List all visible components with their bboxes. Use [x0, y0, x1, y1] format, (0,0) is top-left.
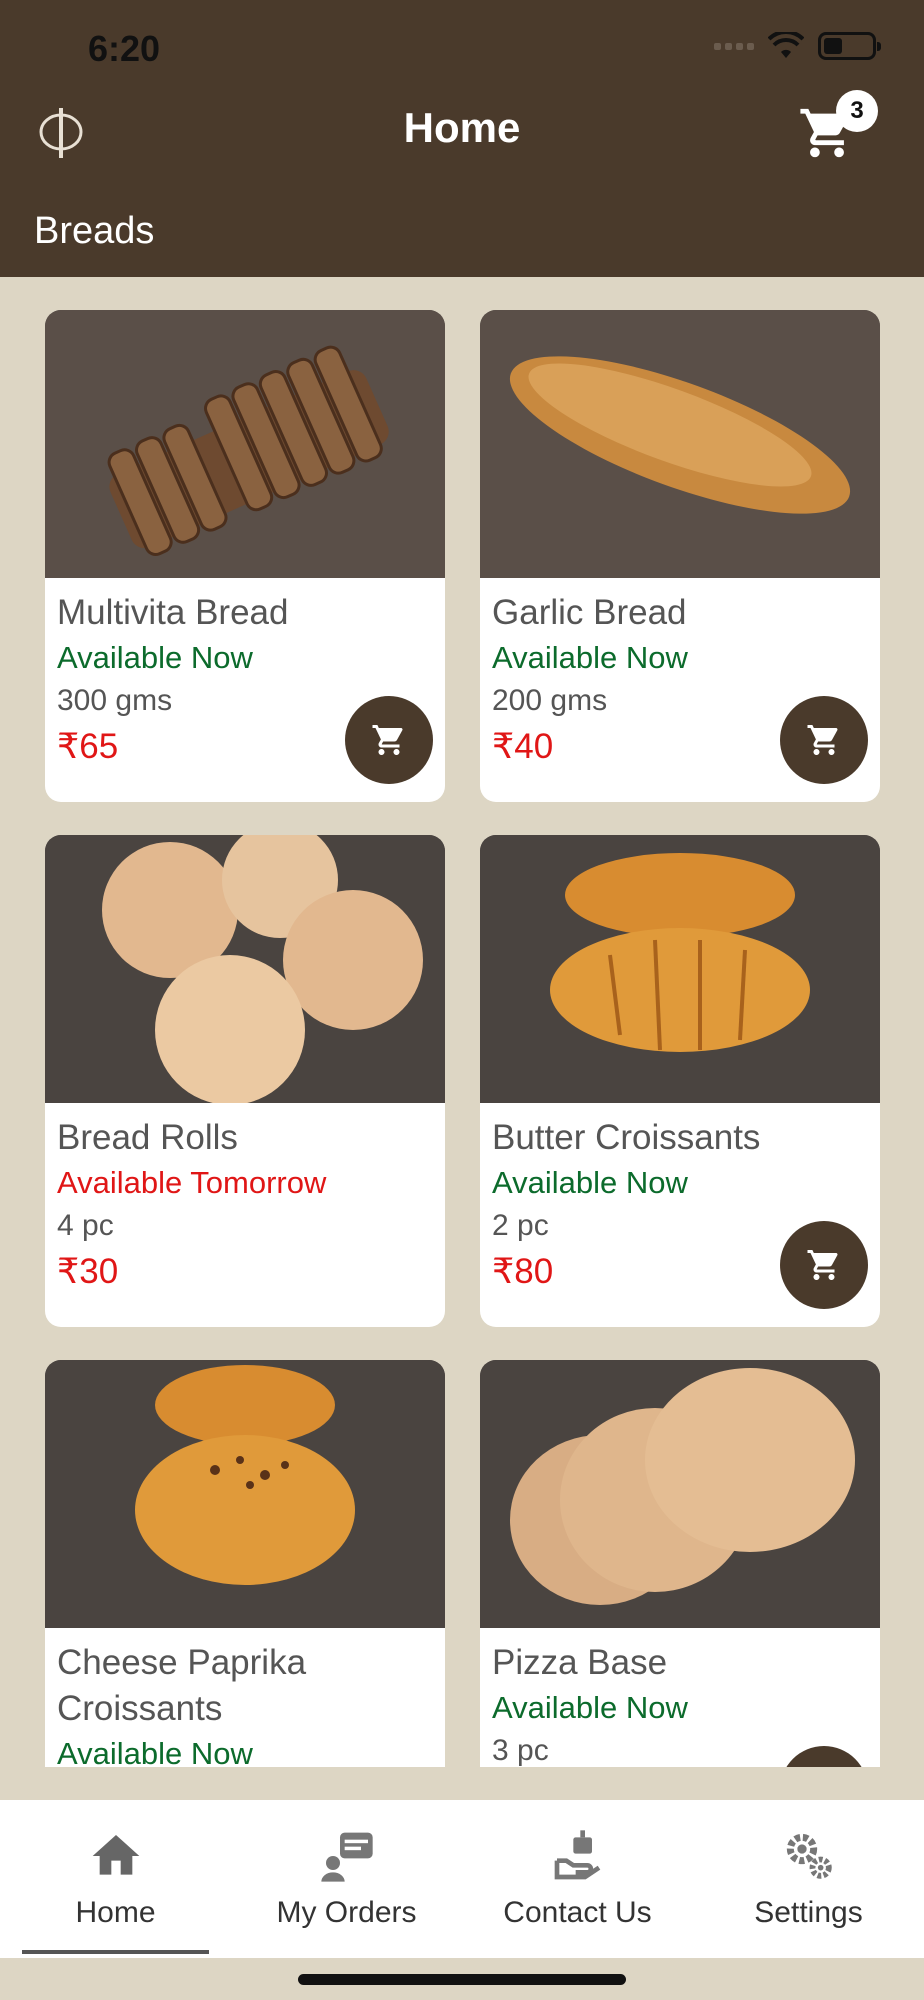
product-name: Cheese Paprika Croissants	[57, 1643, 307, 1728]
availability-status: Available Now	[57, 640, 253, 675]
availability-status: Available Now	[492, 640, 688, 675]
active-tab-indicator	[22, 1950, 209, 1954]
product-name: Pizza Base	[492, 1643, 668, 1682]
page-title: Home	[403, 104, 521, 151]
product-card[interactable]: Bread Rolls Available Tomorrow 4 pc ₹30	[45, 835, 445, 1327]
availability-status: Available Now	[492, 1690, 688, 1725]
product-image[interactable]	[45, 1360, 445, 1628]
availability-status: Available Now	[492, 1165, 688, 1200]
availability-status: Available Now	[57, 1736, 253, 1767]
settings-icon	[786, 1833, 832, 1879]
product-image[interactable]	[480, 835, 880, 1103]
product-card[interactable]: Multivita Bread Available Now 300 gms ₹6…	[45, 310, 445, 802]
nav-my-orders[interactable]: My Orders	[231, 1800, 462, 1958]
product-quantity: 4 pc	[57, 1209, 114, 1242]
product-card[interactable]: Garlic Bread Available Now 200 gms ₹40	[480, 310, 880, 802]
product-card[interactable]: Butter Croissants Available Now 2 pc ₹80	[480, 835, 880, 1327]
status-icons	[714, 32, 881, 60]
product-image[interactable]	[45, 835, 445, 1103]
nav-label: My Orders	[276, 1896, 417, 1929]
nav-contact-us[interactable]: Contact Us	[462, 1800, 693, 1958]
home-indicator[interactable]	[298, 1974, 626, 1985]
battery-icon	[818, 32, 881, 60]
add-to-cart-button[interactable]	[780, 696, 868, 784]
nav-home[interactable]: Home	[0, 1800, 231, 1958]
product-image[interactable]	[480, 1360, 880, 1628]
product-card[interactable]: Cheese Paprika Croissants Available Now	[45, 1360, 445, 1767]
cart-icon	[807, 1250, 838, 1280]
cart-icon	[372, 725, 403, 755]
section-title: Breads	[34, 210, 155, 252]
signal-icon	[714, 42, 754, 50]
product-card[interactable]: Pizza Base Available Now 3 pc	[480, 1360, 880, 1767]
product-image[interactable]	[480, 310, 880, 578]
orders-icon	[320, 1832, 373, 1882]
add-to-cart-button[interactable]	[345, 696, 433, 784]
status-time: 6:20	[88, 28, 161, 69]
availability-status: Available Tomorrow	[57, 1165, 327, 1200]
cart-count-badge: 3	[836, 90, 878, 132]
product-name: Bread Rolls	[57, 1118, 238, 1157]
product-price: ₹30	[57, 1252, 119, 1291]
cart-button[interactable]: 3	[794, 90, 878, 162]
product-image[interactable]	[45, 310, 445, 578]
wifi-icon	[768, 32, 804, 58]
product-name: Multivita Bread	[57, 593, 289, 632]
nav-label: Home	[75, 1896, 156, 1929]
product-name: Garlic Bread	[492, 593, 687, 632]
bottom-navigation: Home My Orders Contact Us Settings	[0, 1800, 924, 1958]
home-icon	[92, 1835, 139, 1875]
nav-label: Contact Us	[503, 1896, 652, 1929]
app-header: 6:20 Home 3 Breads	[0, 0, 924, 277]
nav-label: Settings	[754, 1896, 863, 1929]
add-to-cart-button[interactable]	[780, 1221, 868, 1309]
cart-icon	[807, 725, 838, 755]
contact-icon	[554, 1830, 600, 1880]
product-name: Butter Croissants	[492, 1118, 761, 1157]
product-grid[interactable]: Multivita Bread Available Now 300 gms ₹6…	[0, 277, 924, 1767]
nav-settings[interactable]: Settings	[693, 1800, 924, 1958]
